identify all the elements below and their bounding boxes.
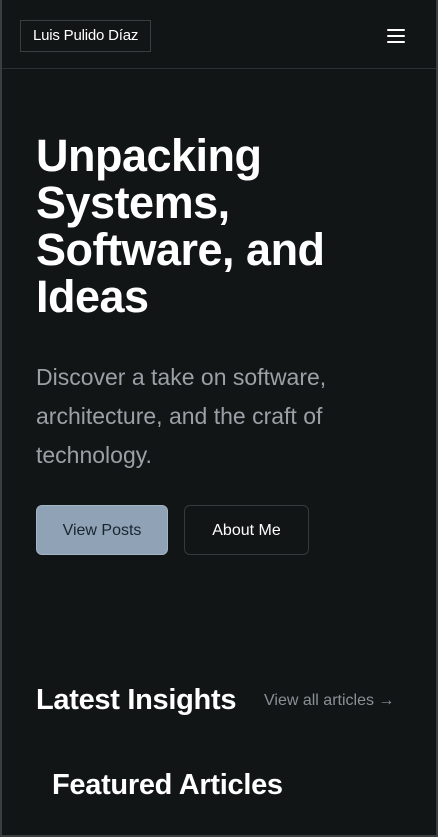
menu-icon-bar (387, 29, 405, 31)
hamburger-menu-icon[interactable] (378, 22, 414, 50)
about-me-button[interactable]: About Me (184, 505, 309, 555)
latest-insights-title: Latest Insights (36, 684, 237, 716)
brand-logo-link[interactable]: Luis Pulido Díaz (20, 20, 152, 52)
featured-articles-title: Featured Articles (52, 769, 283, 801)
view-posts-button[interactable]: View Posts (36, 505, 168, 555)
page-frame: Luis Pulido Díaz Unpacking Systems, Soft… (0, 0, 438, 837)
view-all-articles-link[interactable]: View all articles → (264, 691, 394, 711)
menu-icon-bar (387, 41, 405, 43)
menu-icon-bar (387, 35, 405, 37)
hero-subtitle: Discover a take on software, architectur… (36, 364, 327, 468)
navbar: Luis Pulido Díaz (2, 0, 436, 69)
hero-title: Unpacking Systems, Software, and Ideas (36, 130, 325, 322)
